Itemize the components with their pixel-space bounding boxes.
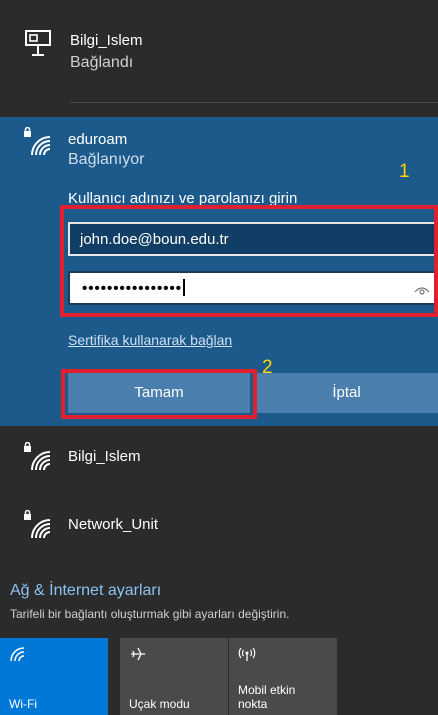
wired-connection-item[interactable]: Bilgi_Islem Bağlandı	[0, 0, 438, 104]
wired-network-status: Bağlandı	[70, 54, 134, 71]
hotspot-icon	[238, 647, 256, 661]
network-name: Network_Unit	[68, 516, 159, 533]
mobile-hotspot-tile[interactable]: Mobil etkin nokta	[229, 638, 337, 715]
annotation-1: 1	[399, 161, 410, 182]
wired-network-name: Bilgi_Islem	[70, 32, 143, 49]
tile-label: Mobil etkin nokta	[238, 683, 296, 711]
network-list-item[interactable]: Network_Unit	[0, 494, 438, 554]
secured-wifi-icon	[24, 442, 51, 471]
network-settings-link[interactable]: Ağ & İnternet ayarları	[10, 582, 161, 600]
secured-wifi-icon	[24, 510, 51, 539]
network-name: eduroam	[68, 131, 128, 148]
tile-label: Uçak modu	[129, 697, 190, 711]
network-name: Bilgi_Islem	[68, 448, 141, 465]
divider	[70, 102, 438, 103]
wifi-icon	[10, 647, 25, 662]
network-status: Bağlanıyor	[68, 151, 145, 168]
cancel-button[interactable]: İptal	[255, 373, 438, 413]
ethernet-icon	[25, 30, 51, 56]
wifi-tile[interactable]: Wi-Fi	[0, 638, 108, 715]
network-settings-description: Tarifeli bir bağlantı oluşturmak gibi ay…	[10, 607, 290, 621]
highlight-box-ok	[61, 369, 257, 419]
tile-label: Wi-Fi	[9, 697, 37, 711]
secured-wifi-icon	[24, 127, 51, 156]
certificate-connect-link[interactable]: Sertifika kullanarak bağlan	[68, 332, 232, 348]
highlight-box-credentials	[60, 205, 438, 317]
network-list-item[interactable]: Bilgi_Islem	[0, 426, 438, 486]
airplane-mode-tile[interactable]: Uçak modu	[120, 638, 228, 715]
network-flyout: Bilgi_Islem Bağlandı eduroam Bağlanıyor …	[0, 0, 438, 715]
airplane-icon	[131, 647, 145, 661]
